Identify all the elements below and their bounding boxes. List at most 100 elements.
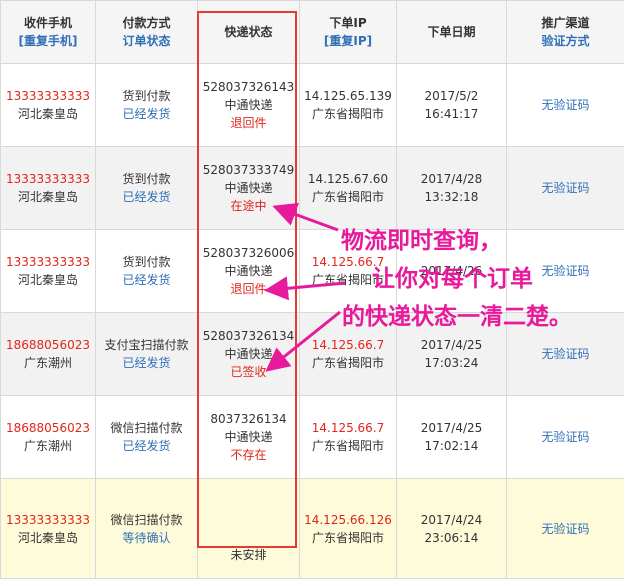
order-status: 已经发货 [96,354,197,372]
header-phone: 收件手机 [重复手机] [1,1,96,64]
verify-method-link[interactable]: 无验证码 [541,430,589,444]
region: 广东潮州 [1,437,95,455]
table-row: 13333333333 河北秦皇岛 货到付款 已经发货 528037326006… [1,230,624,313]
header-channel-label: 推广渠道 [541,16,589,30]
region: 河北秦皇岛 [1,105,95,123]
duplicate-ip-link[interactable]: [重复IP] [300,32,396,50]
duplicate-phone-link[interactable]: [重复手机] [1,32,95,50]
date-cell: 2017/4/26 [397,230,507,313]
region: 广东潮州 [1,354,95,372]
order-status: 已经发货 [96,437,197,455]
date-cell: 2017/4/25 17:03:24 [397,313,507,396]
payment-method: 货到付款 [96,253,197,271]
phone-number[interactable]: 13333333333 [1,170,95,188]
ip-location: 广东省揭阳市 [300,437,396,455]
tracking-number[interactable]: 8037326134 [198,410,299,428]
phone-number[interactable]: 13333333333 [1,511,95,529]
order-time: 17:03:24 [397,354,506,372]
header-order-date: 下单日期 [397,1,507,64]
date-cell: 2017/4/28 13:32:18 [397,147,507,230]
header-ip-label: 下单IP [329,16,366,30]
order-date: 2017/5/2 [397,87,506,105]
order-time: 16:41:17 [397,105,506,123]
payment-cell: 货到付款 已经发货 [96,64,198,147]
payment-cell: 微信扫描付款 等待确认 [96,479,198,579]
order-date: 2017/4/26 [397,262,506,280]
phone-number[interactable]: 18688056023 [1,336,95,354]
channel-cell: 无验证码 [507,396,624,479]
courier: 中通快递 [198,428,299,446]
channel-cell: 无验证码 [507,230,624,313]
express-status: 未安排 [198,546,299,564]
header-express-status: 快递状态 [198,1,300,64]
order-status: 已经发货 [96,271,197,289]
channel-cell: 无验证码 [507,313,624,396]
express-status: 退回件 [198,114,299,132]
order-date: 2017/4/28 [397,170,506,188]
order-time: 23:06:14 [397,529,506,547]
payment-cell: 货到付款 已经发货 [96,147,198,230]
express-status: 已签收 [198,363,299,381]
header-ip: 下单IP [重复IP] [300,1,397,64]
phone-cell: 18688056023 广东潮州 [1,396,96,479]
phone-number[interactable]: 13333333333 [1,253,95,271]
order-time: 17:02:14 [397,437,506,455]
tracking-number[interactable]: 528037326134 [198,327,299,345]
table-row: 18688056023 广东潮州 微信扫描付款 已经发货 8037326134 … [1,396,624,479]
payment-method: 支付宝扫描付款 [96,336,197,354]
verify-method-link[interactable]: 无验证码 [541,98,589,112]
express-cell: 528037326134 中通快递 已签收 [198,313,300,396]
express-status: 不存在 [198,446,299,464]
express-cell: 未安排 [198,479,300,579]
tracking-number[interactable]: 528037333749 [198,161,299,179]
tracking-number[interactable]: 528037326006 [198,244,299,262]
phone-number[interactable]: 13333333333 [1,87,95,105]
table-row: 13333333333 河北秦皇岛 货到付款 已经发货 528037326143… [1,64,624,147]
ip-cell: 14.125.67.60 广东省揭阳市 [300,147,397,230]
phone-cell: 13333333333 河北秦皇岛 [1,147,96,230]
express-cell: 528037326143 中通快递 退回件 [198,64,300,147]
ip-address: 14.125.66.7 [300,336,396,354]
payment-method: 货到付款 [96,87,197,105]
date-cell: 2017/4/25 17:02:14 [397,396,507,479]
ip-cell: 14.125.65.139 广东省揭阳市 [300,64,397,147]
phone-cell: 18688056023 广东潮州 [1,313,96,396]
phone-number[interactable]: 18688056023 [1,419,95,437]
ip-address: 14.125.66.7 [300,419,396,437]
express-cell: 528037333749 中通快递 在途中 [198,147,300,230]
verify-method-link[interactable]: 无验证码 [541,347,589,361]
ip-location: 广东省揭阳市 [300,529,396,547]
channel-cell: 无验证码 [507,147,624,230]
payment-method: 微信扫描付款 [96,419,197,437]
table-header-row: 收件手机 [重复手机] 付款方式 订单状态 快递状态 下单IP [重复IP] 下… [1,1,624,64]
ip-address: 14.125.65.139 [300,87,396,105]
phone-cell: 13333333333 河北秦皇岛 [1,64,96,147]
courier: 中通快递 [198,262,299,280]
channel-cell: 无验证码 [507,64,624,147]
order-time: 13:32:18 [397,188,506,206]
header-channel: 推广渠道 验证方式 [507,1,624,64]
region: 河北秦皇岛 [1,529,95,547]
express-status: 在途中 [198,197,299,215]
header-payment-label: 付款方式 [122,16,170,30]
courier: 中通快递 [198,345,299,363]
region: 河北秦皇岛 [1,188,95,206]
orders-table: 收件手机 [重复手机] 付款方式 订单状态 快递状态 下单IP [重复IP] 下… [0,0,624,579]
ip-address: 14.125.67.60 [300,170,396,188]
date-cell: 2017/4/24 23:06:14 [397,479,507,579]
header-phone-label: 收件手机 [24,16,72,30]
verify-method-link[interactable]: 无验证码 [541,264,589,278]
order-date: 2017/4/24 [397,511,506,529]
ip-location: 广东省揭阳市 [300,188,396,206]
table-row: 13333333333 河北秦皇岛 货到付款 已经发货 528037333749… [1,147,624,230]
payment-cell: 支付宝扫描付款 已经发货 [96,313,198,396]
phone-cell: 13333333333 河北秦皇岛 [1,230,96,313]
courier: 中通快递 [198,96,299,114]
date-cell: 2017/5/2 16:41:17 [397,64,507,147]
ip-cell: 14.125.66.7 广东省揭阳市 [300,313,397,396]
verify-method-link[interactable]: 无验证码 [541,181,589,195]
verify-method-link[interactable]: 无验证码 [541,522,589,536]
tracking-number[interactable]: 528037326143 [198,78,299,96]
express-cell: 8037326134 中通快递 不存在 [198,396,300,479]
phone-cell: 13333333333 河北秦皇岛 [1,479,96,579]
